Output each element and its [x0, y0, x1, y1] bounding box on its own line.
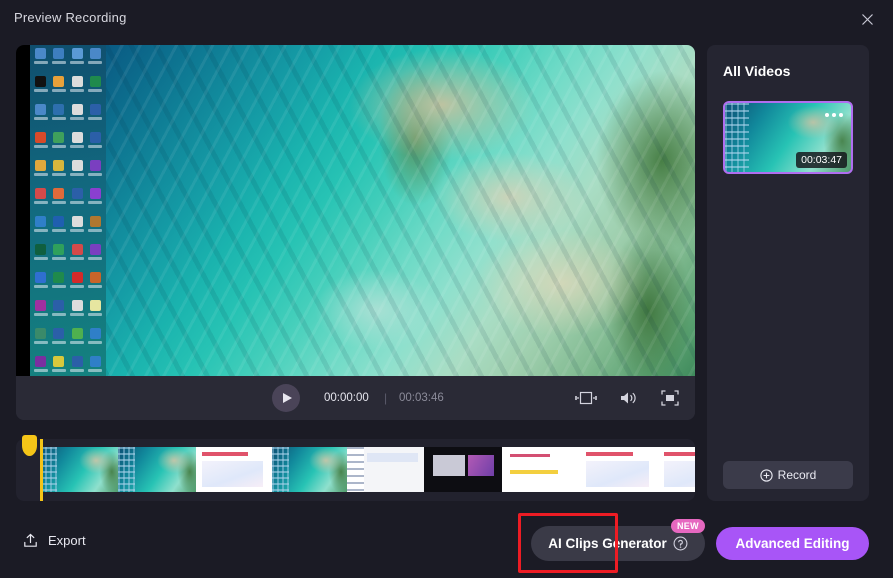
crop-resize-icon [575, 391, 597, 405]
play-icon [283, 393, 292, 403]
export-button-label: Export [48, 533, 86, 548]
all-videos-sidebar: All Videos 00:03:47 Record [707, 45, 869, 501]
record-button[interactable]: Record [723, 461, 853, 489]
video-player-panel: 00:00:00 | 00:03:46 [16, 45, 695, 420]
thumbnail-desktop-overlay [725, 103, 749, 172]
timeline-frame[interactable] [347, 447, 424, 492]
thumbnail-more-options-button[interactable] [825, 113, 843, 117]
current-time: 00:00:00 [324, 392, 369, 404]
timeline-frame[interactable] [272, 447, 347, 492]
plus-circle-icon [760, 468, 773, 482]
timeline-frame[interactable] [580, 447, 658, 492]
timeline-frame[interactable] [502, 447, 580, 492]
player-control-icons [575, 390, 679, 406]
title-bar: Preview Recording [0, 0, 893, 38]
help-circle-icon[interactable] [673, 536, 688, 551]
advanced-editing-label: Advanced Editing [735, 536, 850, 551]
more-options-icon [832, 113, 836, 117]
video-stage[interactable] [16, 45, 695, 376]
window-title: Preview Recording [14, 10, 127, 25]
upload-icon [24, 533, 37, 547]
fullscreen-button[interactable] [661, 390, 679, 406]
desktop-icons-overlay [30, 45, 106, 376]
timeline-filmstrip[interactable] [40, 447, 695, 492]
player-controls: 00:00:00 | 00:03:46 [16, 376, 695, 420]
preview-recording-window: Preview Recording 00:00:00 | 00:03:46 Al… [0, 0, 893, 578]
time-separator: | [384, 391, 388, 405]
export-button[interactable]: Export [22, 532, 86, 549]
ai-clips-generator-label: AI Clips Generator [548, 536, 667, 551]
new-badge: NEW [671, 519, 705, 533]
close-button[interactable] [853, 6, 881, 32]
timeline-frame[interactable] [658, 447, 695, 492]
timeline-frame[interactable] [40, 447, 118, 492]
more-options-icon [839, 113, 843, 117]
volume-icon [621, 392, 636, 404]
record-button-label: Record [777, 468, 817, 482]
video-thumbnail-item[interactable]: 00:03:47 [723, 101, 853, 174]
timeline-frame[interactable] [424, 447, 502, 492]
timeline-playhead-handle[interactable] [22, 435, 37, 456]
timeline-playhead-line [40, 439, 43, 501]
timeline-panel[interactable] [16, 439, 695, 501]
sidebar-title: All Videos [723, 63, 791, 79]
timeline-frame[interactable] [118, 447, 196, 492]
play-button[interactable] [272, 384, 300, 412]
fullscreen-icon [661, 390, 679, 406]
more-options-icon [825, 113, 829, 117]
total-time: 00:03:46 [399, 392, 444, 404]
crop-resize-button[interactable] [575, 390, 597, 406]
advanced-editing-button[interactable]: Advanced Editing [716, 527, 869, 560]
volume-button[interactable] [619, 390, 639, 406]
thumbnail-duration-badge: 00:03:47 [796, 152, 847, 168]
close-icon [861, 13, 873, 25]
video-frame-image [30, 45, 695, 376]
timeline-frame[interactable] [196, 447, 272, 492]
